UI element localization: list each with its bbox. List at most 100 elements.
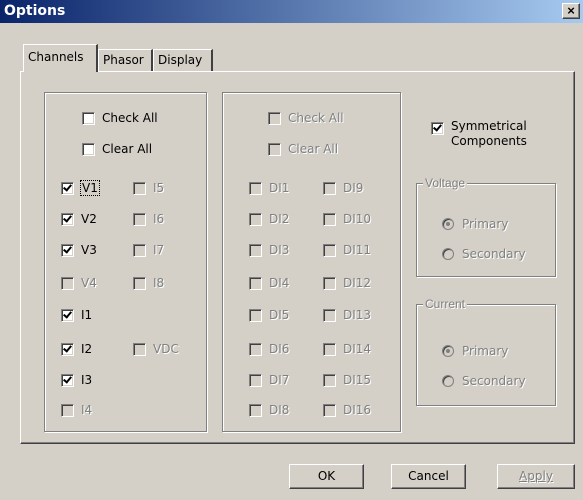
channel-v1-checkbox[interactable]: V1 [61,180,100,196]
checkbox-icon [82,142,95,156]
channel-i8-checkbox[interactable]: I8 [133,276,164,290]
digital-channel-di11[interactable]: DI11 [323,243,371,257]
checkbox-icon [133,243,146,257]
channel-i5-label: I5 [153,181,165,195]
channel-vdc-checkbox[interactable]: VDC [133,342,179,356]
checkbox-icon [133,342,146,356]
symmetrical-label-line2: Components [451,134,527,148]
checkbox-icon [323,308,336,322]
digital-channel-di4[interactable]: DI4 [249,276,289,290]
analog-check-all-label: Check All [102,111,158,125]
analog-clear-all-label: Clear All [102,142,153,156]
channel-v4-checkbox[interactable]: V4 [61,276,97,290]
symmetrical-label-line1: Symmetrical [451,119,527,133]
digital-channel-di9[interactable]: DI9 [323,181,363,195]
di6-label: DI6 [269,342,290,356]
channel-i5-checkbox[interactable]: I5 [133,181,164,195]
digital-channel-di10[interactable]: DI10 [323,212,371,226]
checkbox-icon [61,403,74,417]
window-title: Options [4,3,66,19]
current-primary-radio[interactable]: Primary [442,344,508,358]
close-button[interactable]: × [562,3,580,19]
voltage-primary-radio[interactable]: Primary [442,217,508,231]
voltage-secondary-radio[interactable]: Secondary [442,247,526,261]
channel-v3-checkbox[interactable]: V3 [61,243,97,257]
channel-i4-checkbox[interactable]: I4 [61,403,92,417]
digital-channel-di16[interactable]: DI16 [323,403,371,417]
channel-i4-label: I4 [81,403,93,417]
digital-clear-all[interactable]: Clear All [268,142,338,156]
cancel-button[interactable]: Cancel [391,464,466,489]
checkbox-icon [249,373,262,387]
radio-icon [442,218,454,230]
tab-display-label: Display [158,53,203,67]
symmetrical-components-checkbox[interactable]: Symmetrical Components [431,119,527,149]
di8-label: DI8 [269,403,290,417]
checkbox-icon [61,276,74,290]
current-group: Current Primary Secondary [416,297,556,406]
channel-i8-label: I8 [153,276,165,290]
ok-button[interactable]: OK [289,464,364,489]
digital-channel-di15[interactable]: DI15 [323,373,371,387]
digital-channel-di14[interactable]: DI14 [323,342,371,356]
analog-check-all[interactable]: Check All [82,111,158,125]
checkbox-icon [323,276,336,290]
analog-clear-all[interactable]: Clear All [82,142,152,156]
channel-v3-label: V3 [81,243,97,257]
ok-button-label: OK [317,469,336,483]
checkbox-icon [61,212,74,226]
di16-label: DI16 [343,403,372,417]
digital-channel-di1[interactable]: DI1 [249,181,289,195]
checkbox-icon [133,212,146,226]
digital-check-all[interactable]: Check All [268,111,344,125]
checkbox-icon [61,181,74,195]
current-group-title: Current [423,297,468,311]
channel-vdc-label: VDC [153,342,179,356]
channel-i1-checkbox[interactable]: I1 [61,308,92,322]
checkbox-icon [323,181,336,195]
digital-channels-group: Check All Clear All DI1 DI2 DI3 DI4 DI5 … [222,92,401,432]
voltage-primary-label: Primary [462,217,509,231]
digital-channel-di2[interactable]: DI2 [249,212,289,226]
tab-phasor[interactable]: Phasor [98,49,153,71]
checkbox-icon [323,342,336,356]
checkbox-icon [323,373,336,387]
tab-channels[interactable]: Channels [23,44,98,72]
channel-i7-checkbox[interactable]: I7 [133,243,164,257]
di3-label: DI3 [269,243,290,257]
channel-v2-checkbox[interactable]: V2 [61,212,97,226]
di12-label: DI12 [343,276,372,290]
checkbox-icon [249,243,262,257]
digital-channel-di6[interactable]: DI6 [249,342,289,356]
channel-i1-label: I1 [81,308,93,322]
channel-i7-label: I7 [153,243,165,257]
voltage-group: Voltage Primary Secondary [416,176,556,277]
channel-i2-label: I2 [81,342,93,356]
digital-channel-di13[interactable]: DI13 [323,308,371,322]
di13-label: DI13 [343,308,372,322]
channel-i3-label: I3 [81,373,93,387]
current-secondary-radio[interactable]: Secondary [442,374,526,388]
checkbox-icon [323,243,336,257]
digital-channel-di3[interactable]: DI3 [249,243,289,257]
channel-i2-checkbox[interactable]: I2 [61,342,92,356]
checkbox-icon [249,308,262,322]
digital-channel-di7[interactable]: DI7 [249,373,289,387]
radio-icon [442,248,454,260]
checkbox-icon [133,276,146,290]
checkbox-icon [268,142,281,156]
apply-button[interactable]: Apply [497,464,575,489]
channel-i6-checkbox[interactable]: I6 [133,212,164,226]
digital-channel-di12[interactable]: DI12 [323,276,371,290]
checkbox-icon [61,243,74,257]
digital-channel-di8[interactable]: DI8 [249,403,289,417]
di10-label: DI10 [343,212,372,226]
di4-label: DI4 [269,276,290,290]
close-icon: × [567,3,575,18]
tab-display[interactable]: Display [153,49,213,71]
channel-i3-checkbox[interactable]: I3 [61,373,92,387]
digital-check-all-label: Check All [288,111,344,125]
checkbox-icon [249,342,262,356]
di14-label: DI14 [343,342,372,356]
digital-channel-di5[interactable]: DI5 [249,308,289,322]
